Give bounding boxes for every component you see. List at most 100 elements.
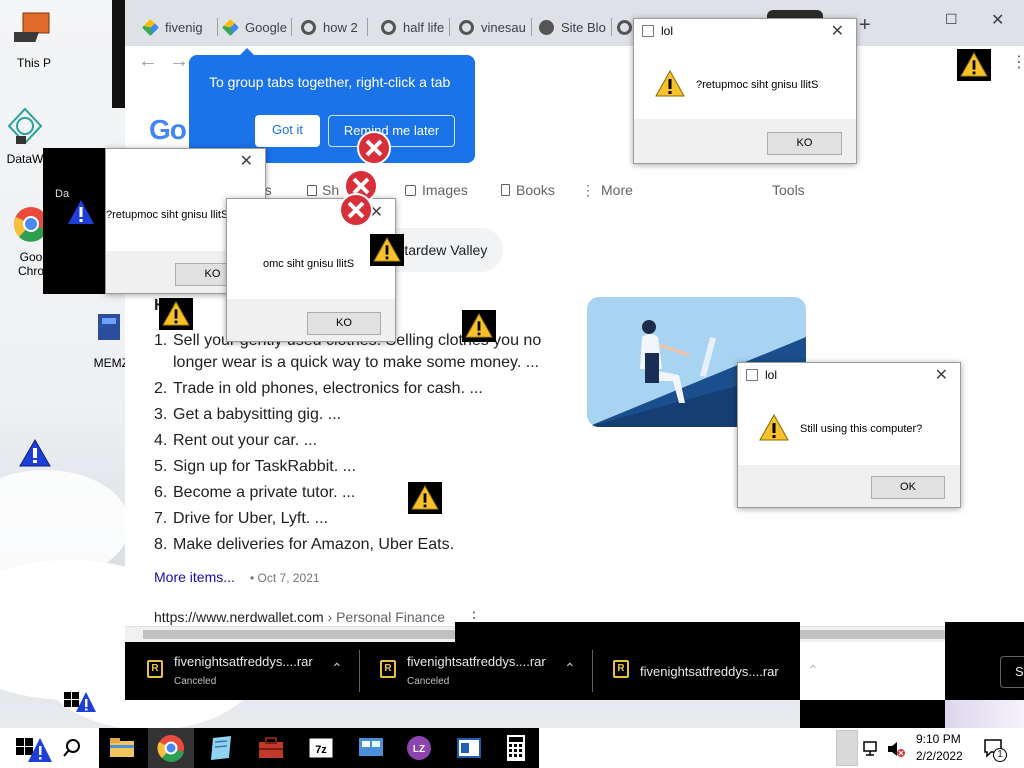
tab[interactable]: fivenig (139, 16, 215, 38)
download-status: Canceled (174, 676, 217, 687)
google-g-icon (617, 19, 632, 35)
clock-date[interactable]: 2/2/2022 (916, 749, 963, 763)
message-box: lol ✕ ?retupmoc siht gnisu llitS KO (633, 18, 857, 164)
book-icon (501, 184, 510, 196)
svg-text:7z: 7z (315, 744, 327, 756)
more-dots-icon: ⋮ (581, 182, 595, 198)
tab-strip: fivenig Google how 2 half life vinesau S… (125, 0, 1024, 46)
browser-menu-icon[interactable]: ⋮ (1011, 52, 1024, 72)
tab-title: fivenig (165, 19, 203, 35)
warning-icon (370, 234, 404, 266)
file-explorer-icon[interactable] (106, 732, 138, 764)
tab[interactable]: how 2 (297, 16, 365, 38)
glitch-block (455, 622, 800, 642)
rar-file-icon: R (613, 660, 629, 678)
desktop-icon-this-pc[interactable]: This P (3, 10, 65, 70)
ok-button[interactable]: OK (871, 476, 945, 499)
close-icon[interactable]: ✕ (240, 151, 253, 171)
tab-separator (367, 18, 368, 36)
glitch-strip (112, 0, 125, 108)
tab-title: Site Blo (561, 19, 606, 35)
svg-text:LZ: LZ (413, 744, 425, 755)
search-tab-books[interactable]: Books (501, 182, 555, 198)
new-tab-button[interactable]: + (859, 14, 871, 37)
forward-button[interactable]: → (167, 50, 191, 74)
dialog-message: Still using this computer? (800, 423, 923, 435)
tab-groups-tooltip: To group tabs together, right-click a ta… (189, 48, 475, 163)
chevron-up-icon[interactable]: ⌃ (564, 660, 576, 677)
ok-button[interactable]: KO (767, 132, 842, 155)
seven-zip-icon[interactable]: 7z (305, 732, 337, 764)
tab-title: half life (403, 19, 445, 35)
close-icon[interactable]: ✕ (935, 365, 948, 385)
tab[interactable]: Google (219, 16, 289, 38)
globe-icon (539, 19, 554, 35)
tab[interactable]: vinesau (455, 16, 529, 38)
dialog-message: ?retupmoc siht gnisu llitS (106, 209, 229, 221)
dialog-titlebar: lol (746, 368, 777, 382)
tray-glitch-block (836, 730, 858, 766)
control-panel-icon[interactable] (355, 732, 387, 764)
window-maximize-button[interactable]: ☐ (945, 11, 958, 28)
result-citation[interactable]: https://www.nerdwallet.com › Personal Fi… (154, 609, 445, 625)
taskbar: 7z LZ 9:10 PM 2/2/2022 1 (0, 728, 1024, 768)
tab[interactable] (613, 16, 633, 38)
glitch-block (800, 642, 945, 700)
tab[interactable]: half life (377, 16, 447, 38)
tab-title: vinesau (481, 19, 526, 35)
search-tab-images[interactable]: Images (405, 182, 468, 198)
more-items-link[interactable]: More items... (154, 569, 235, 585)
message-box: lol ✕ Still using this computer? OK (737, 362, 961, 508)
close-icon[interactable]: ✕ (831, 21, 844, 41)
error-icon (339, 193, 373, 227)
app-icon (642, 25, 654, 37)
window-app-icon[interactable] (453, 732, 485, 764)
glitch-block (800, 700, 945, 728)
search-tools-button[interactable]: Tools (772, 182, 805, 198)
chevron-up-icon[interactable]: ⌃ (807, 662, 819, 679)
app-icon (746, 369, 758, 381)
download-item[interactable]: R fivenightsatfreddys....rar ⌃ (591, 642, 811, 700)
download-item[interactable]: R fivenightsatfreddys....rar Canceled ⌃ (125, 642, 345, 700)
lz-app-icon[interactable]: LZ (403, 732, 435, 764)
window-close-button[interactable]: ✕ (991, 10, 1004, 30)
volume-muted-icon[interactable] (886, 740, 906, 758)
start-button-icon[interactable] (14, 736, 54, 764)
start-glitch-icon (64, 692, 96, 712)
notepad-icon[interactable] (205, 732, 237, 764)
calculator-icon[interactable] (500, 732, 532, 764)
tab-title: how 2 (323, 19, 358, 35)
chevron-up-icon[interactable]: ⌃ (331, 660, 343, 677)
search-icon[interactable] (62, 738, 82, 758)
glitch-strip (43, 148, 67, 294)
ok-button[interactable]: KO (307, 312, 381, 335)
notification-count-badge: 1 (993, 748, 1007, 762)
desktop-icon-label: This P (16, 56, 51, 70)
show-all-downloads-button[interactable]: S (1000, 656, 1024, 688)
warning-icon (159, 298, 193, 330)
snippet-date: • Oct 7, 2021 (250, 571, 320, 585)
search-tab-shopping-2[interactable]: Sh (307, 182, 339, 198)
google-logo[interactable]: Go (149, 114, 187, 146)
network-icon[interactable] (862, 740, 882, 758)
dialog-titlebar: lol (642, 24, 673, 38)
info-warning-icon (19, 438, 51, 467)
warning-icon (759, 413, 789, 441)
toolbox-icon[interactable] (255, 732, 287, 764)
image-icon (405, 185, 416, 196)
tab-separator (449, 18, 450, 36)
computer-icon (5, 12, 50, 42)
download-filename: fivenightsatfreddys....rar (174, 654, 313, 669)
warning-icon (655, 69, 685, 97)
search-tab-more[interactable]: ⋮ More (581, 182, 633, 199)
clock-time[interactable]: 9:10 PM (916, 732, 961, 746)
tab[interactable]: Site Blo (535, 16, 609, 38)
rar-file-icon: R (380, 660, 396, 678)
got-it-button[interactable]: Got it (255, 115, 320, 147)
info-warning-icon (68, 200, 94, 224)
list-item: 7. Drive for Uber, Lyft. ... (154, 510, 329, 527)
glitch-block (945, 700, 1024, 728)
back-button[interactable]: ← (136, 50, 160, 74)
download-item[interactable]: R fivenightsatfreddys....rar Canceled ⌃ (358, 642, 578, 700)
chrome-icon[interactable] (155, 732, 187, 764)
